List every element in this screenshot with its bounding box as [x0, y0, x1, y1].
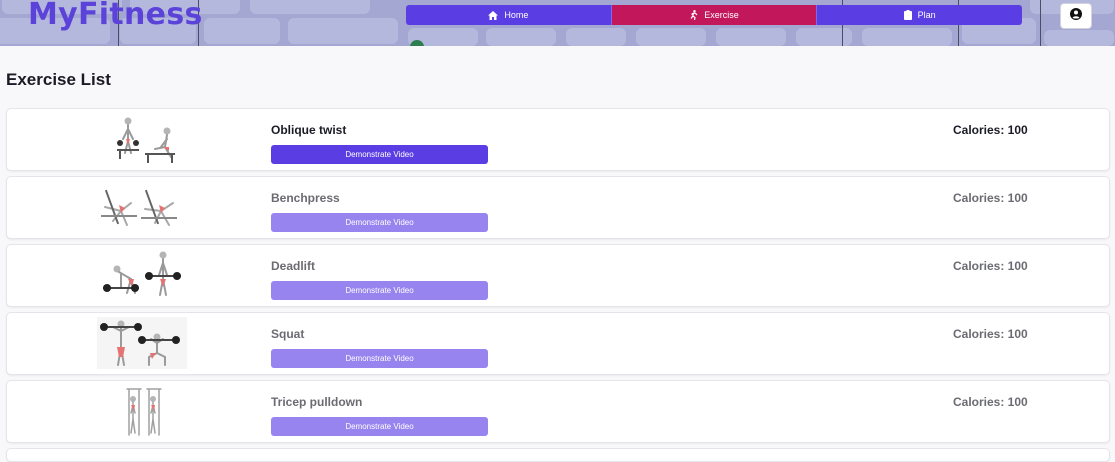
banner-line [1040, 0, 1041, 46]
banner-brick [862, 28, 952, 46]
running-icon [689, 10, 698, 20]
exercise-name: Tricep pulldown [271, 395, 363, 409]
calories-label: Calories: 100 [953, 395, 1028, 409]
home-icon [488, 10, 499, 20]
nav-home[interactable]: Home [406, 5, 611, 25]
exercise-illustration [97, 385, 187, 437]
exercise-illustration [97, 317, 187, 369]
demonstrate-video-button[interactable]: Demonstrate Video [271, 281, 488, 300]
exercise-list: Oblique twist Demonstrate Video Calories… [6, 108, 1110, 462]
exercise-card: Oblique twist Demonstrate Video Calories… [6, 108, 1110, 171]
nav-home-label: Home [504, 10, 529, 20]
banner-brick [486, 28, 556, 46]
exercise-card: Deadlift Demonstrate Video Calories: 100 [6, 244, 1110, 307]
demonstrate-video-button[interactable]: Demonstrate Video [271, 145, 488, 164]
app-logo[interactable]: MyFitness [28, 0, 203, 32]
user-circle-icon [1070, 7, 1082, 25]
banner-brick [288, 18, 398, 44]
demonstrate-video-button[interactable]: Demonstrate Video [271, 213, 488, 232]
banner-brick [566, 28, 626, 46]
exercise-illustration [97, 181, 187, 233]
calories-label: Calories: 100 [953, 191, 1028, 205]
clipboard-icon [903, 10, 912, 20]
demonstrate-video-button[interactable]: Demonstrate Video [271, 349, 488, 368]
exercise-name: Deadlift [271, 259, 316, 273]
user-menu-button[interactable] [1060, 3, 1092, 29]
nav-plan[interactable]: Plan [816, 5, 1022, 25]
nav-exercise-label: Exercise [704, 10, 739, 20]
banner-brick [1044, 30, 1114, 46]
exercise-card: Squat Demonstrate Video Calories: 100 [6, 312, 1110, 375]
nav-exercise[interactable]: Exercise [610, 5, 817, 25]
page-title: Exercise List [6, 70, 111, 89]
exercise-name: Benchpress [271, 191, 340, 205]
calories-label: Calories: 100 [953, 123, 1028, 137]
calories-label: Calories: 100 [953, 259, 1028, 273]
main-nav: Home Exercise Plan [406, 5, 1022, 25]
exercise-card [6, 448, 1110, 462]
exercise-illustration [97, 249, 187, 301]
banner-brick [204, 18, 280, 44]
demonstrate-video-button[interactable]: Demonstrate Video [271, 417, 488, 436]
banner-brick [796, 28, 852, 46]
exercise-illustration [97, 113, 187, 165]
header-banner: MyFitness Home Exercise Plan [0, 0, 1115, 46]
exercise-card: Benchpress Demonstrate Video Calories: 1… [6, 176, 1110, 239]
nav-plan-label: Plan [917, 10, 936, 20]
calories-label: Calories: 100 [953, 327, 1028, 341]
exercise-card: Tricep pulldown Demonstrate Video Calori… [6, 380, 1110, 443]
banner-brick [636, 28, 706, 46]
exercise-name: Squat [271, 327, 305, 341]
exercise-name: Oblique twist [271, 123, 347, 137]
banner-brick [716, 28, 786, 46]
banner-brick [250, 0, 370, 14]
